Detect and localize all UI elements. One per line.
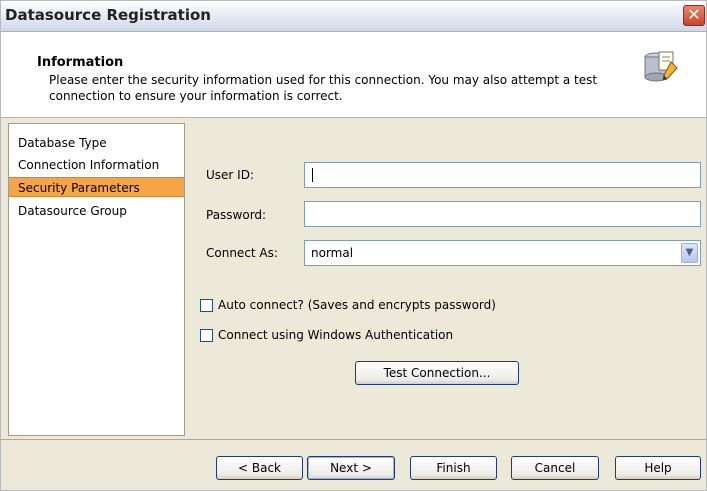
- info-header: Information Please enter the security in…: [1, 32, 706, 118]
- chevron-down-icon: ▼: [685, 247, 694, 258]
- back-button[interactable]: < Back: [216, 456, 303, 480]
- connect-as-label: Connect As:: [206, 246, 278, 260]
- cancel-button[interactable]: Cancel: [511, 456, 599, 480]
- datasource-registration-window: Datasource Registration ✕ Information Pl…: [0, 0, 707, 491]
- step-connection-information[interactable]: Connection Information: [9, 155, 184, 175]
- windows-auth-checkbox[interactable]: [200, 329, 213, 342]
- auto-connect-label[interactable]: Auto connect? (Saves and encrypts passwo…: [218, 298, 496, 312]
- header-description: Please enter the security information us…: [49, 73, 598, 103]
- password-label: Password:: [206, 208, 267, 222]
- header-title: Information: [37, 55, 124, 70]
- auto-connect-checkbox[interactable]: [200, 299, 213, 312]
- finish-button[interactable]: Finish: [410, 456, 497, 480]
- connect-as-value: normal: [311, 246, 354, 260]
- step-datasource-group[interactable]: Datasource Group: [9, 201, 184, 221]
- window-title: Datasource Registration: [5, 6, 211, 24]
- close-icon: ✕: [687, 5, 701, 24]
- close-button[interactable]: ✕: [683, 5, 705, 26]
- connect-as-select[interactable]: normal ▼: [304, 240, 701, 266]
- dropdown-button[interactable]: ▼: [681, 243, 698, 263]
- help-button[interactable]: Help: [615, 456, 701, 480]
- user-id-label: User ID:: [206, 168, 254, 182]
- wizard-steps-panel: Database Type Connection Information Sec…: [8, 123, 185, 436]
- step-database-type[interactable]: Database Type: [9, 133, 184, 153]
- database-edit-icon: [644, 51, 678, 82]
- title-bar[interactable]: Datasource Registration ✕: [1, 1, 706, 32]
- step-security-parameters[interactable]: Security Parameters: [9, 177, 184, 197]
- next-button[interactable]: Next >: [307, 456, 395, 480]
- windows-auth-label[interactable]: Connect using Windows Authentication: [218, 328, 453, 342]
- user-id-input[interactable]: [304, 162, 701, 188]
- text-caret: [312, 168, 313, 182]
- footer-divider: [1, 439, 706, 440]
- password-input[interactable]: [304, 201, 701, 227]
- test-connection-button[interactable]: Test Connection...: [355, 361, 519, 385]
